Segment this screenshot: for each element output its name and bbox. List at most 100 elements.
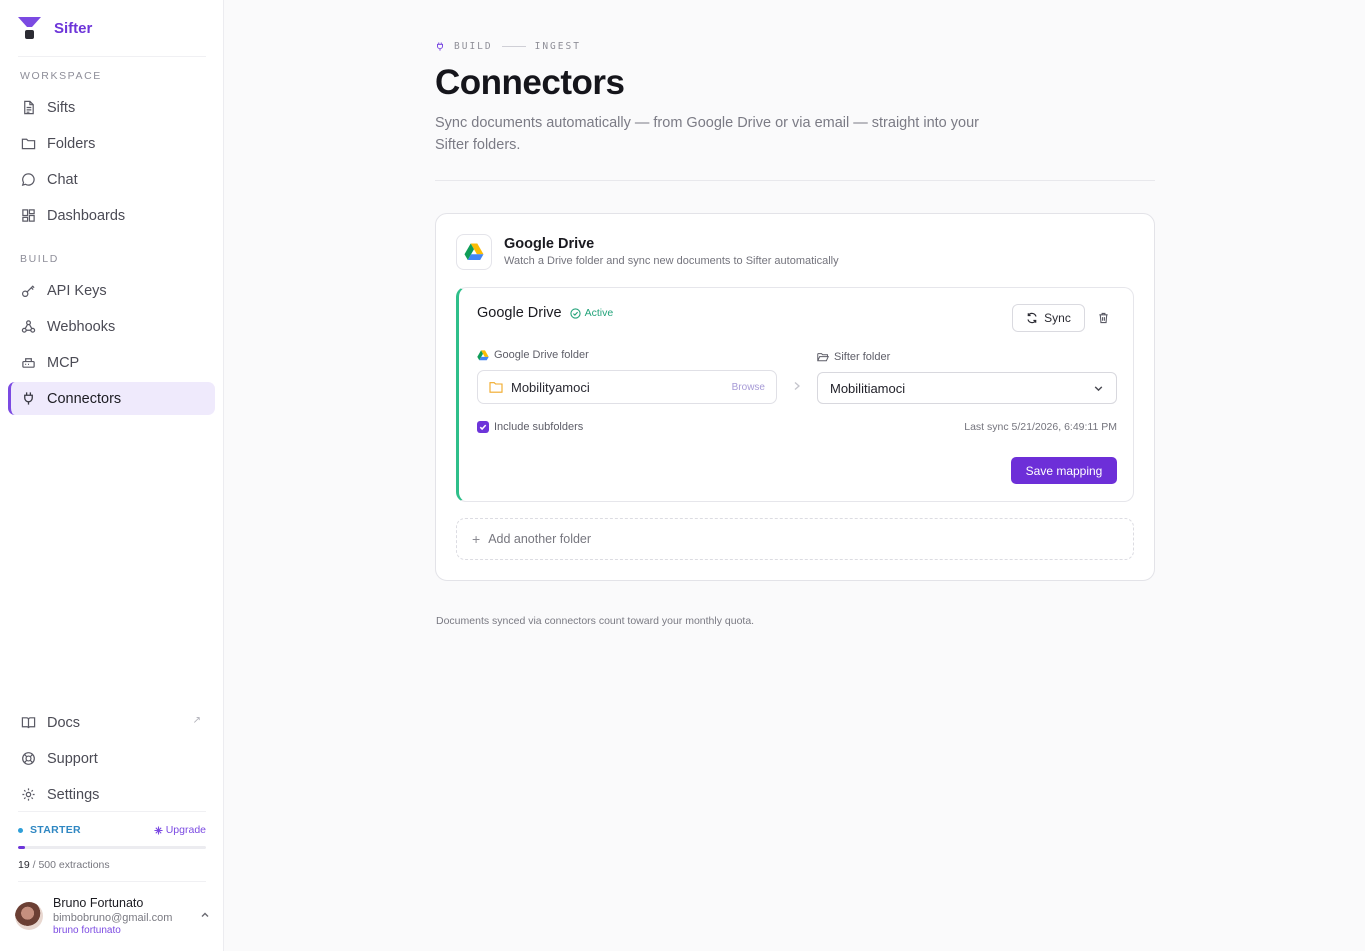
chevron-down-icon	[1094, 385, 1103, 391]
last-sync-text: Last sync 5/21/2026, 6:49:11 PM	[964, 421, 1117, 433]
page-title: Connectors	[435, 63, 625, 102]
breadcrumb-separator	[501, 46, 526, 47]
divider	[18, 811, 206, 812]
usage-text: 19 / 500 extractions	[18, 859, 206, 871]
user-name: Bruno Fortunato	[53, 895, 144, 910]
include-subfolders-checkbox[interactable]: Include subfolders	[477, 421, 583, 433]
chat-bubble-icon	[20, 172, 36, 188]
brand[interactable]: Sifter	[17, 14, 92, 42]
breadcrumb-item[interactable]: BUILD	[454, 41, 493, 52]
status-label: Active	[584, 307, 614, 319]
sidebar-item-api-keys[interactable]: API Keys	[8, 274, 215, 307]
webhook-icon	[20, 319, 36, 335]
plan-tier: STARTER	[18, 824, 81, 836]
sidebar-item-connectors[interactable]: Connectors	[8, 382, 215, 415]
usage-progress-bar	[18, 846, 206, 849]
avatar	[15, 902, 43, 930]
connector-header: Google Drive Watch a Drive folder and sy…	[456, 234, 839, 270]
gear-icon	[20, 787, 36, 803]
sidebar-item-docs[interactable]: Docs ↗	[8, 706, 215, 739]
delete-button[interactable]	[1095, 310, 1111, 326]
folder-icon	[20, 136, 36, 152]
plus-icon: +	[472, 531, 481, 547]
funnel-logo-icon	[18, 17, 41, 39]
book-icon	[20, 715, 36, 731]
section-label-build: BUILD	[20, 253, 59, 265]
sidebar: Sifter WORKSPACE Sifts Folders Chat Dash…	[0, 0, 224, 951]
key-icon	[20, 283, 36, 299]
sifter-folder-select[interactable]: Mobilitiamoci	[817, 372, 1117, 404]
sidebar-item-label: Chat	[47, 171, 78, 188]
folder-mapping: Google Drive Active Sync Google Drive fo…	[456, 287, 1134, 502]
folder-open-icon	[817, 353, 829, 362]
browse-button[interactable]: Browse	[732, 382, 765, 393]
main-content: BUILD INGEST Connectors Sync documents a…	[224, 0, 1365, 951]
google-drive-logo	[456, 234, 492, 270]
user-menu[interactable]: Bruno Fortunato bimbobruno@gmail.com bru…	[15, 893, 210, 939]
connector-name: Google Drive	[504, 236, 595, 252]
server-icon	[20, 355, 36, 371]
drive-folder-value: Mobilityamoci	[511, 379, 590, 395]
divider	[18, 881, 206, 882]
breadcrumb-item[interactable]: INGEST	[535, 41, 581, 52]
sidebar-item-folders[interactable]: Folders	[8, 127, 215, 160]
plug-icon	[20, 391, 36, 407]
sidebar-item-label: Settings	[47, 786, 100, 803]
mapping-name: Google Drive	[477, 305, 562, 321]
usage-progress-fill	[18, 846, 26, 849]
divider	[18, 56, 206, 57]
add-folder-label: Add another folder	[488, 532, 592, 546]
upgrade-label: Upgrade	[165, 824, 206, 836]
sidebar-item-sifts[interactable]: Sifts	[8, 91, 215, 124]
quota-footnote: Documents synced via connectors count to…	[436, 615, 755, 627]
sidebar-item-dashboards[interactable]: Dashboards	[8, 199, 215, 232]
sidebar-item-settings[interactable]: Settings	[8, 778, 215, 811]
sidebar-item-mcp[interactable]: MCP	[8, 346, 215, 379]
sidebar-item-webhooks[interactable]: Webhooks	[8, 310, 215, 343]
google-drive-icon	[464, 243, 484, 260]
sidebar-item-label: Dashboards	[47, 207, 126, 224]
field-label-text: Google Drive folder	[494, 349, 589, 361]
include-subfolders-label: Include subfolders	[494, 421, 584, 433]
divider	[435, 180, 1155, 181]
connector-description: Watch a Drive folder and sync new docume…	[504, 255, 839, 267]
page-subtitle: Sync documents automatically — from Goog…	[435, 115, 979, 153]
sifter-folder-value: Mobilitiamoci	[830, 380, 906, 396]
sparkle-icon	[154, 825, 163, 835]
brand-name: Sifter	[54, 19, 93, 37]
breadcrumb: BUILD INGEST	[435, 41, 581, 52]
sidebar-item-label: Support	[47, 750, 98, 767]
save-mapping-button[interactable]: Save mapping	[1011, 457, 1117, 484]
check-circle-icon	[569, 307, 581, 319]
sync-button[interactable]: Sync	[1012, 304, 1085, 332]
google-drive-icon	[477, 349, 489, 360]
drive-folder-picker[interactable]: Mobilityamoci Browse	[477, 370, 777, 404]
add-folder-button[interactable]: + Add another folder	[456, 518, 1134, 560]
user-email: bimbobruno@gmail.com	[53, 911, 173, 924]
sidebar-item-label: Docs	[47, 714, 81, 731]
sidebar-item-label: Connectors	[47, 390, 122, 407]
chevron-up-icon	[200, 910, 210, 923]
lifebuoy-icon	[20, 751, 36, 767]
sidebar-item-label: API Keys	[47, 282, 107, 299]
refresh-icon	[1027, 312, 1037, 324]
sidebar-item-label: Folders	[47, 135, 96, 152]
external-link-icon: ↗	[192, 715, 201, 726]
sync-label: Sync	[1044, 311, 1071, 325]
usage-count: 19	[18, 859, 30, 871]
section-label-workspace: WORKSPACE	[20, 70, 102, 82]
sidebar-item-label: Webhooks	[47, 318, 116, 335]
sidebar-item-label: MCP	[47, 354, 80, 371]
document-icon	[20, 100, 36, 116]
plan-tier-label: STARTER	[30, 824, 81, 836]
usage-suffix: / 500 extractions	[29, 859, 110, 871]
sifter-folder-label: Sifter folder	[817, 351, 890, 363]
grid-icon	[20, 208, 36, 224]
checkbox-checked-icon[interactable]	[477, 421, 489, 433]
plan-usage: STARTER Upgrade 19 / 500 extractions	[18, 824, 206, 871]
sidebar-item-support[interactable]: Support	[8, 742, 215, 775]
sidebar-item-chat[interactable]: Chat	[8, 163, 215, 196]
plug-icon	[437, 42, 443, 51]
status-badge: Active	[569, 307, 614, 319]
upgrade-link[interactable]: Upgrade	[154, 824, 206, 836]
